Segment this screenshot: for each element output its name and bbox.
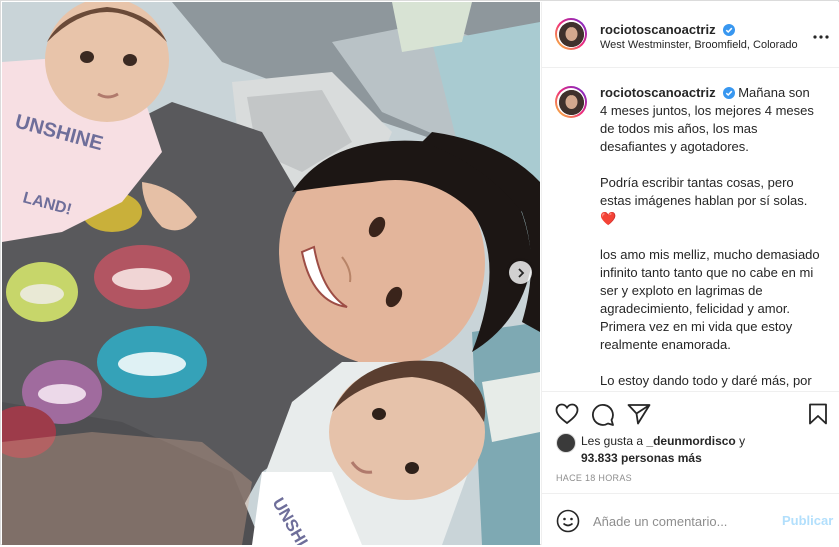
post-location[interactable]: West Westminster, Broomfield, Colorado	[600, 39, 798, 51]
likes-count[interactable]: 93.833 personas más	[581, 451, 702, 465]
smiley-icon	[556, 509, 580, 533]
likes-summary: Les gusta a _deunmordisco y 93.833 person…	[556, 433, 826, 467]
comment-button[interactable]	[591, 403, 615, 432]
comment-icon	[592, 404, 614, 426]
caption-text: Mañana son 4 meses juntos, los mejores 4…	[600, 85, 820, 388]
post-photo[interactable]: UNSHINE LAND! UNSHI	[2, 2, 540, 545]
post-sidebar: rociotoscanoactriz West Westminster, Bro…	[541, 2, 839, 545]
verified-badge-icon	[723, 24, 736, 36]
header-user-row: rociotoscanoactriz	[600, 21, 736, 39]
likes-prefix: Les gusta a	[581, 434, 647, 448]
caption-username[interactable]: rociotoscanoactriz	[600, 85, 716, 100]
post-image: UNSHINE LAND! UNSHI	[2, 2, 540, 545]
next-photo-button[interactable]	[509, 261, 532, 284]
paper-plane-icon	[627, 404, 651, 425]
bookmark-icon	[809, 403, 827, 425]
comment-input[interactable]	[591, 508, 775, 534]
avatar[interactable]	[555, 18, 587, 50]
post-header: rociotoscanoactriz West Westminster, Bro…	[542, 2, 839, 68]
post-actions: Les gusta a _deunmordisco y 93.833 person…	[542, 391, 839, 546]
more-dots-icon	[813, 35, 829, 39]
heart-icon	[555, 403, 579, 425]
verified-badge-icon	[722, 87, 735, 99]
avatar-image	[558, 21, 584, 47]
save-button[interactable]	[808, 403, 828, 430]
comment-box: Publicar	[542, 493, 839, 547]
more-options-button[interactable]	[813, 26, 829, 44]
caption-area: rociotoscanoactriz Mañana son 4 meses ju…	[542, 68, 839, 390]
header-username[interactable]: rociotoscanoactriz	[600, 22, 716, 37]
likes-and: y	[735, 434, 746, 448]
post-timestamp[interactable]: HACE 18 HORAS	[556, 473, 632, 483]
caption-avatar-border	[557, 88, 585, 116]
caption-avatar[interactable]	[555, 86, 587, 118]
publish-button[interactable]: Publicar	[782, 513, 833, 528]
post-caption: rociotoscanoactriz Mañana son 4 meses ju…	[600, 84, 820, 390]
liked-by-username[interactable]: _deunmordisco	[646, 434, 735, 448]
caption-avatar-image	[558, 89, 584, 115]
caption-profile-photo	[558, 89, 584, 115]
emoji-button[interactable]	[556, 509, 580, 538]
chevron-right-icon	[517, 267, 524, 278]
instagram-post: UNSHINE LAND! UNSHI rociotoscanoactriz W…	[0, 0, 839, 545]
share-button[interactable]	[627, 403, 651, 430]
avatar-border	[557, 20, 585, 48]
like-button[interactable]	[555, 403, 579, 430]
profile-photo	[558, 21, 584, 47]
